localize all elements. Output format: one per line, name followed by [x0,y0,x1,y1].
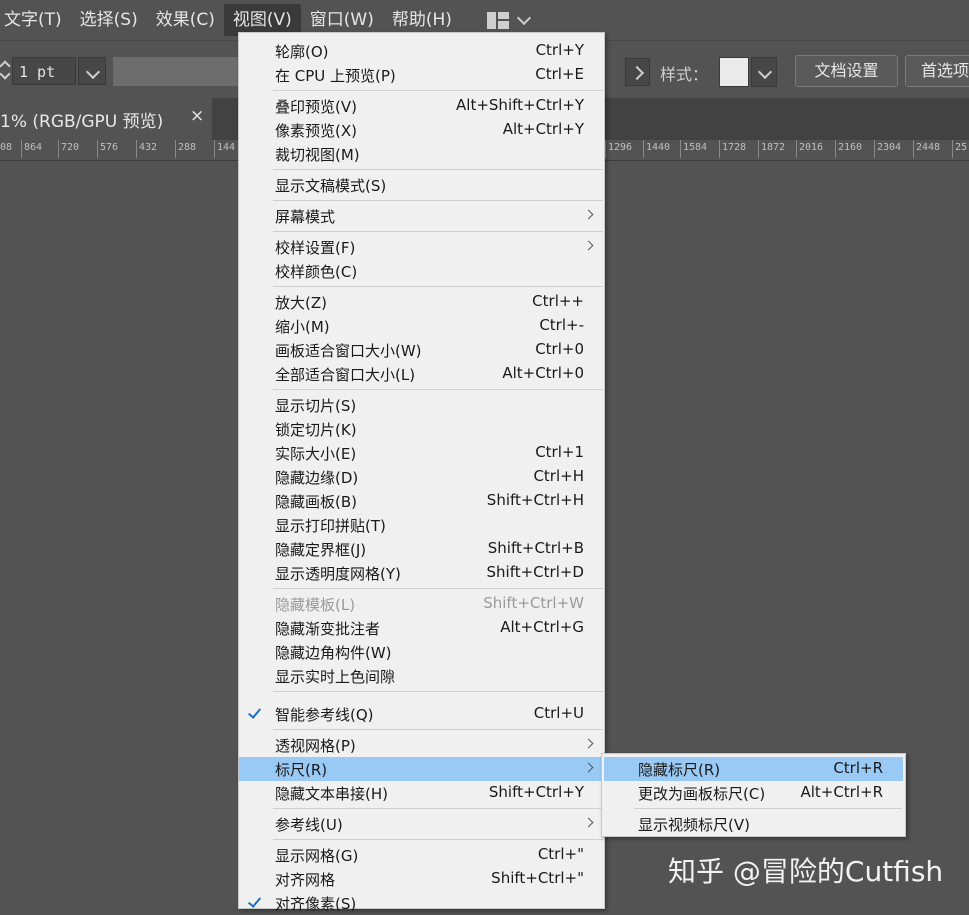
menu-item-perspective-grid[interactable]: 透视网格(P) [239,733,604,757]
chevron-right-icon [583,240,594,251]
menu-item-outline[interactable]: 轮廓(O) Ctrl+Y [239,39,604,63]
menu-item-hide-text-threads[interactable]: 隐藏文本串接(H) Shift+Ctrl+Y [239,781,604,805]
ruler-tick: 2016 [795,140,824,158]
menu-item-fit-all[interactable]: 全部适合窗口大小(L) Alt+Ctrl+0 [239,362,604,386]
chevron-right-icon [583,817,594,828]
style-dropdown[interactable] [751,57,777,87]
menu-item-rulers[interactable]: 标尺(R) [239,757,604,781]
menu-separator [273,839,603,840]
style-label: 样式： [660,65,709,84]
brush-definition-field[interactable] [113,57,243,86]
menu-separator [273,200,603,201]
menu-item-smart-guides[interactable]: 智能参考线(Q) Ctrl+U [239,702,604,726]
menu-separator [273,90,603,91]
menu-item-show-transparency-grid[interactable]: 显示透明度网格(Y) Shift+Ctrl+D [239,561,604,585]
menu-item-snap-to-pixel[interactable]: 对齐像素(S) [239,891,604,915]
ruler-tick: 2160 [834,140,863,158]
stroke-stepper[interactable] [0,57,12,83]
menu-separator [634,808,902,809]
stepper-down-icon [0,68,11,80]
chevron-right-icon [629,65,645,81]
menu-item-hide-bounding-box[interactable]: 隐藏定界框(J) Shift+Ctrl+B [239,537,604,561]
menu-effect[interactable]: 效果(C) [147,4,224,36]
menu-item-show-print-tiling[interactable]: 显示打印拼贴(T) [239,513,604,537]
checkmark-icon [248,706,262,720]
ruler-tick: 864 [20,140,43,158]
expand-button[interactable] [625,58,650,86]
document-tab-title: 1% (RGB/GPU 预览) [0,112,164,132]
ruler-tick: 288 [174,140,197,158]
menu-separator [273,389,603,390]
ruler-tick: 2448 [912,140,941,158]
menu-separator [273,729,603,730]
ruler-tick: 1728 [718,140,747,158]
menu-type[interactable]: 文字(T) [0,4,71,36]
ruler-tick: 1584 [679,140,708,158]
menu-item-overprint-preview[interactable]: 叠印预览(V) Alt+Shift+Ctrl+Y [239,94,604,118]
menu-item-show-grid[interactable]: 显示网格(G) Ctrl+" [239,843,604,867]
menu-item-fit-artboard[interactable]: 画板适合窗口大小(W) Ctrl+0 [239,338,604,362]
ruler-tick: 720 [57,140,80,158]
menu-item-show-slices[interactable]: 显示切片(S) [239,393,604,417]
style-swatch[interactable] [719,57,749,87]
chevron-down-icon [516,10,531,25]
menu-item-lock-slices[interactable]: 锁定切片(K) [239,417,604,441]
menu-item-hide-template: 隐藏模板(L) Shift+Ctrl+W [275,594,584,614]
menu-item-hide-corner-widget[interactable]: 隐藏边角构件(W) [239,640,604,664]
submenu-item-change-to-artboard-rulers[interactable]: 更改为画板标尺(C) Alt+Ctrl+R [604,781,903,805]
menu-item-hide-edges[interactable]: 隐藏边缘(D) Ctrl+H [239,465,604,489]
close-icon[interactable]: × [190,106,204,126]
ruler-tick: 1872 [757,140,786,158]
menu-item-actual-size[interactable]: 实际大小(E) Ctrl+1 [239,441,604,465]
menu-separator [273,286,603,287]
menu-separator [273,231,603,232]
document-tab[interactable]: 1% (RGB/GPU 预览) × [0,98,212,140]
stroke-weight-dropdown[interactable] [78,57,106,85]
ruler-tick: 144 [213,140,236,158]
ruler-tick: 2304 [873,140,902,158]
submenu-item-hide-rulers[interactable]: 隐藏标尺(R) Ctrl+R [604,757,903,781]
preferences-button[interactable]: 首选项 [905,55,969,87]
ruler-tick: 08 [0,142,13,153]
menu-item-show-live-paint-gaps[interactable]: 显示实时上色间隙 [239,664,604,688]
submenu-item-show-video-rulers[interactable]: 显示视频标尺(V) [604,812,903,836]
menu-item-zoom-out[interactable]: 缩小(M) Ctrl+- [239,314,604,338]
menu-item-hide-gradient-annotator[interactable]: 隐藏渐变批注者 Alt+Ctrl+G [239,616,604,640]
menu-item-pixel-preview[interactable]: 像素预览(X) Alt+Ctrl+Y [239,118,604,142]
menu-item-zoom-in[interactable]: 放大(Z) Ctrl++ [239,290,604,314]
chevron-down-icon [85,64,101,80]
chevron-right-icon [583,738,594,749]
menu-item-trim-view[interactable]: 裁切视图(M) [239,142,604,166]
menu-item-proof-colors[interactable]: 校样颜色(C) [239,259,604,283]
menu-separator [273,169,603,170]
menu-item-screen-mode[interactable]: 屏幕模式 [239,204,604,228]
rulers-submenu: 隐藏标尺(R) Ctrl+R 更改为画板标尺(C) Alt+Ctrl+R 显示视频标… [601,753,906,837]
chevron-down-icon [757,64,773,80]
menu-item-presentation-mode[interactable]: 显示文稿模式(S) [239,173,604,197]
workspace-switcher[interactable] [486,10,531,29]
stroke-weight-input[interactable]: 1 pt [12,57,76,85]
menu-separator [273,691,603,692]
ruler-tick: 1296 [604,140,633,158]
menu-item-preview-on-cpu[interactable]: 在 CPU 上预览(P) Ctrl+E [239,63,604,87]
menu-item-guides[interactable]: 参考线(U) [239,812,604,836]
watermark: 知乎 @冒险的Cutfish [668,855,944,888]
menu-item-proof-setup[interactable]: 校样设置(F) [239,235,604,259]
menu-separator [273,808,603,809]
chevron-right-icon [583,209,594,220]
menu-item-hide-artboards[interactable]: 隐藏画板(B) Shift+Ctrl+H [239,489,604,513]
view-menu: 轮廓(O) Ctrl+Y 在 CPU 上预览(P) Ctrl+E 叠印预览(V) Al… [238,32,605,913]
menu-item-snap-to-grid[interactable]: 对齐网格 Shift+Ctrl+" [239,867,604,891]
document-setup-button[interactable]: 文档设置 [795,55,898,87]
checkmark-icon [248,895,262,909]
menu-select[interactable]: 选择(S) [71,4,147,36]
ruler-tick: 576 [96,140,119,158]
ruler-tick: 25 [951,140,968,158]
ruler-tick: 1440 [642,140,671,158]
menu-separator [273,588,603,589]
workspace-layout-icon [486,11,509,29]
chevron-right-icon [583,762,594,773]
ruler-tick: 432 [135,140,158,158]
